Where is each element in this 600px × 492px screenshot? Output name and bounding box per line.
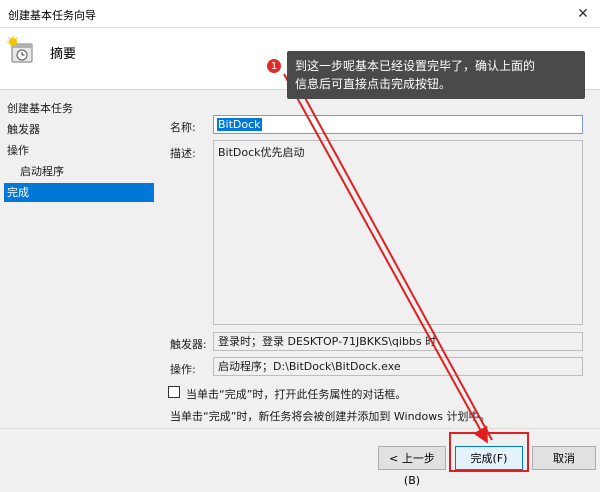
checkbox-label[interactable]: 当单击“完成”时，打开此任务属性的对话框。 [186, 386, 406, 402]
action-value: 启动程序；D:\BitDock\BitDock.exe [218, 360, 401, 373]
name-field[interactable]: BitDock [213, 115, 583, 134]
annotation-line-1: 到这一步呢基本已经设置完毕了，确认上面的 [295, 59, 536, 73]
back-button[interactable]: < 上一步(B) [378, 446, 446, 487]
trigger-label: 触发器: [170, 338, 207, 351]
description-field[interactable]: BitDock优先启动 [213, 140, 583, 325]
sidebar-item-start-program[interactable]: 启动程序 [4, 162, 154, 181]
annotation-badge: 1 [266, 58, 282, 74]
annotation-callout: 到这一步呢基本已经设置完毕了，确认上面的 信息后可直接点击完成按钮。 [287, 51, 585, 99]
close-icon[interactable]: ✕ [572, 3, 594, 25]
cancel-button[interactable]: 取消 [532, 446, 596, 470]
open-properties-checkbox[interactable] [168, 386, 180, 398]
sidebar-item-trigger[interactable]: 触发器 [4, 120, 154, 139]
task-scheduler-icon [7, 36, 33, 63]
description-label: 描述: [170, 147, 196, 160]
name-value: BitDock [217, 118, 262, 131]
description-value: BitDock优先启动 [218, 146, 305, 159]
name-label: 名称: [170, 121, 196, 134]
sidebar-item-create-task[interactable]: 创建基本任务 [4, 99, 154, 118]
annotation-line-2: 信息后可直接点击完成按钮。 [295, 77, 452, 91]
title-bar: 创建基本任务向导 ✕ [0, 0, 600, 28]
sidebar-item-action[interactable]: 操作 [4, 141, 154, 160]
page-title: 摘要 [50, 47, 77, 62]
window-title: 创建基本任务向导 [8, 9, 96, 22]
finish-note: 当单击“完成”时，新任务将会被创建并添加到 Windows 计划中。 [170, 410, 491, 423]
finish-highlight-box [449, 432, 529, 472]
action-label: 操作: [170, 363, 196, 376]
action-field: 启动程序；D:\BitDock\BitDock.exe [213, 357, 583, 376]
sidebar-item-finish[interactable]: 完成 [4, 183, 154, 202]
trigger-field: 登录时；登录 DESKTOP-71JBKKS\qibbs 时 [213, 332, 583, 351]
trigger-value: 登录时；登录 DESKTOP-71JBKKS\qibbs 时 [218, 335, 437, 348]
